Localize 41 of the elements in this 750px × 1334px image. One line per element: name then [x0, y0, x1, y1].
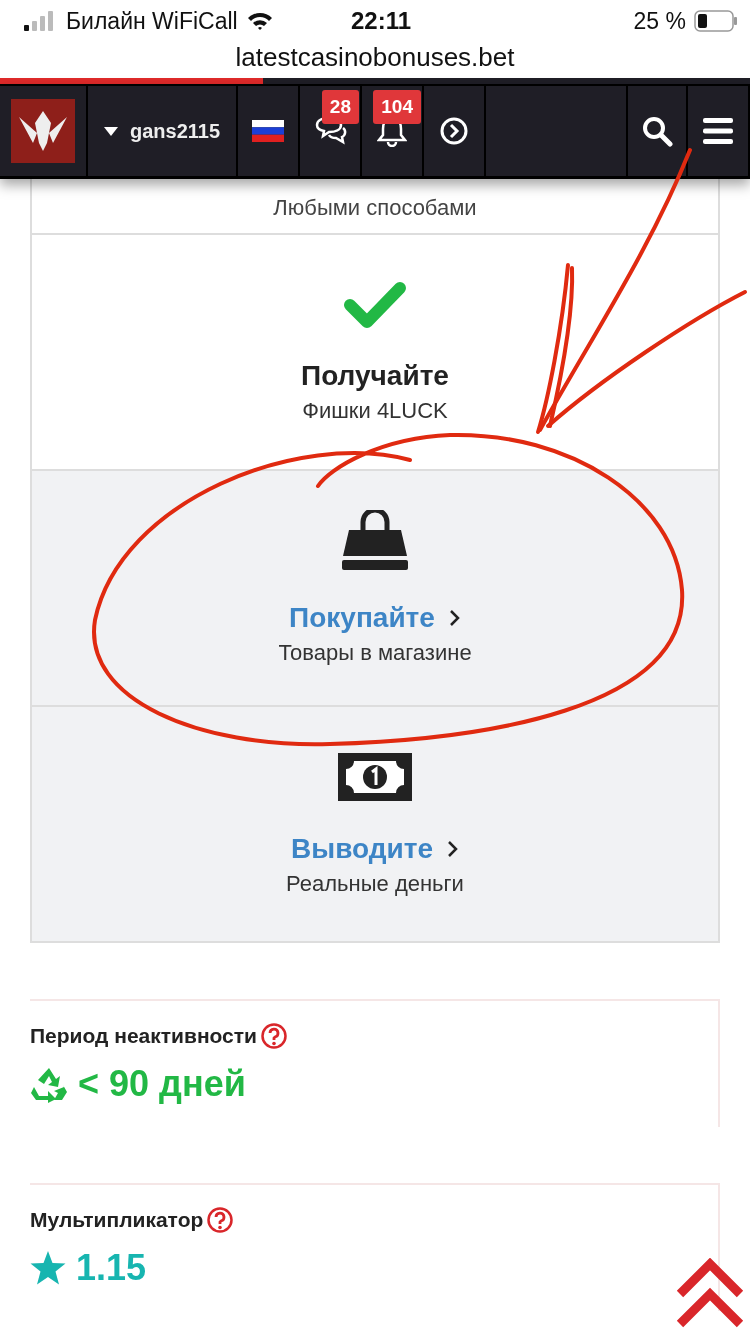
url-text[interactable]: latestcasinobonuses.bet [0, 42, 750, 78]
step-subtitle: Товары в магазине [278, 640, 472, 666]
stat-value: < 90 дней [78, 1063, 246, 1105]
stat-value: 1.15 [76, 1247, 147, 1289]
chevron-right-icon [447, 840, 459, 858]
stat-label: Период неактивности [30, 1024, 257, 1048]
circle-chevron-icon [439, 116, 469, 146]
chevron-right-icon [448, 609, 461, 627]
stat-label: Мультипликатор [30, 1208, 204, 1232]
step-subtitle: Фишки 4LUCK [302, 398, 448, 424]
scroll-to-top-button[interactable] [674, 1258, 746, 1330]
help-icon[interactable] [207, 1207, 234, 1233]
double-chevron-up-icon [674, 1258, 746, 1330]
battery-icon [694, 10, 738, 32]
language-button[interactable] [238, 86, 300, 176]
menu-button[interactable] [688, 86, 750, 176]
go-button[interactable] [424, 86, 486, 176]
star-icon [30, 1251, 66, 1285]
battery-percent: 25 % [633, 7, 686, 35]
clock-time: 22:11 [350, 7, 412, 35]
shopping-bag-icon [339, 510, 411, 572]
flag-icon [252, 120, 284, 142]
step-subtitle: Реальные деньги [286, 871, 464, 897]
alerts-button[interactable]: 104 [362, 86, 424, 176]
alerts-badge: 104 [373, 90, 421, 124]
banknote-icon [336, 751, 414, 803]
messages-badge: 28 [321, 90, 359, 124]
menu-icon [703, 118, 733, 144]
messages-button[interactable]: 28 [300, 86, 362, 176]
checkmark-icon [343, 280, 407, 330]
avatar-icon [11, 99, 75, 163]
help-icon[interactable] [261, 1023, 287, 1049]
caret-icon [103, 126, 118, 136]
step-panel[interactable]: Выводите Реальные деньги [32, 707, 718, 941]
avatar-button[interactable] [0, 86, 88, 176]
step-panel[interactable]: Покупайте Товары в магазине [32, 471, 718, 707]
user-menu-button[interactable]: gans2115 [88, 86, 238, 176]
carrier-name: Билайн WiFiCall [66, 7, 238, 35]
search-button[interactable] [628, 86, 688, 176]
search-icon [641, 115, 673, 147]
step-title: Получайте [301, 360, 449, 392]
